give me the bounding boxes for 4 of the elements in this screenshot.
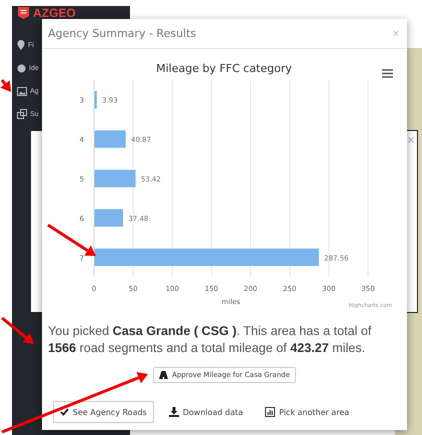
- logo-text: AZGEO: [33, 7, 76, 19]
- dialog-title: Agency Summary - Results: [48, 27, 196, 40]
- chart-title: Mileage by FFC category: [156, 62, 292, 75]
- summary-text: You picked Casa Grande ( CSG ). This area has a total of 1566 road segments and a total mileage of 423.27 miles.: [48, 323, 372, 357]
